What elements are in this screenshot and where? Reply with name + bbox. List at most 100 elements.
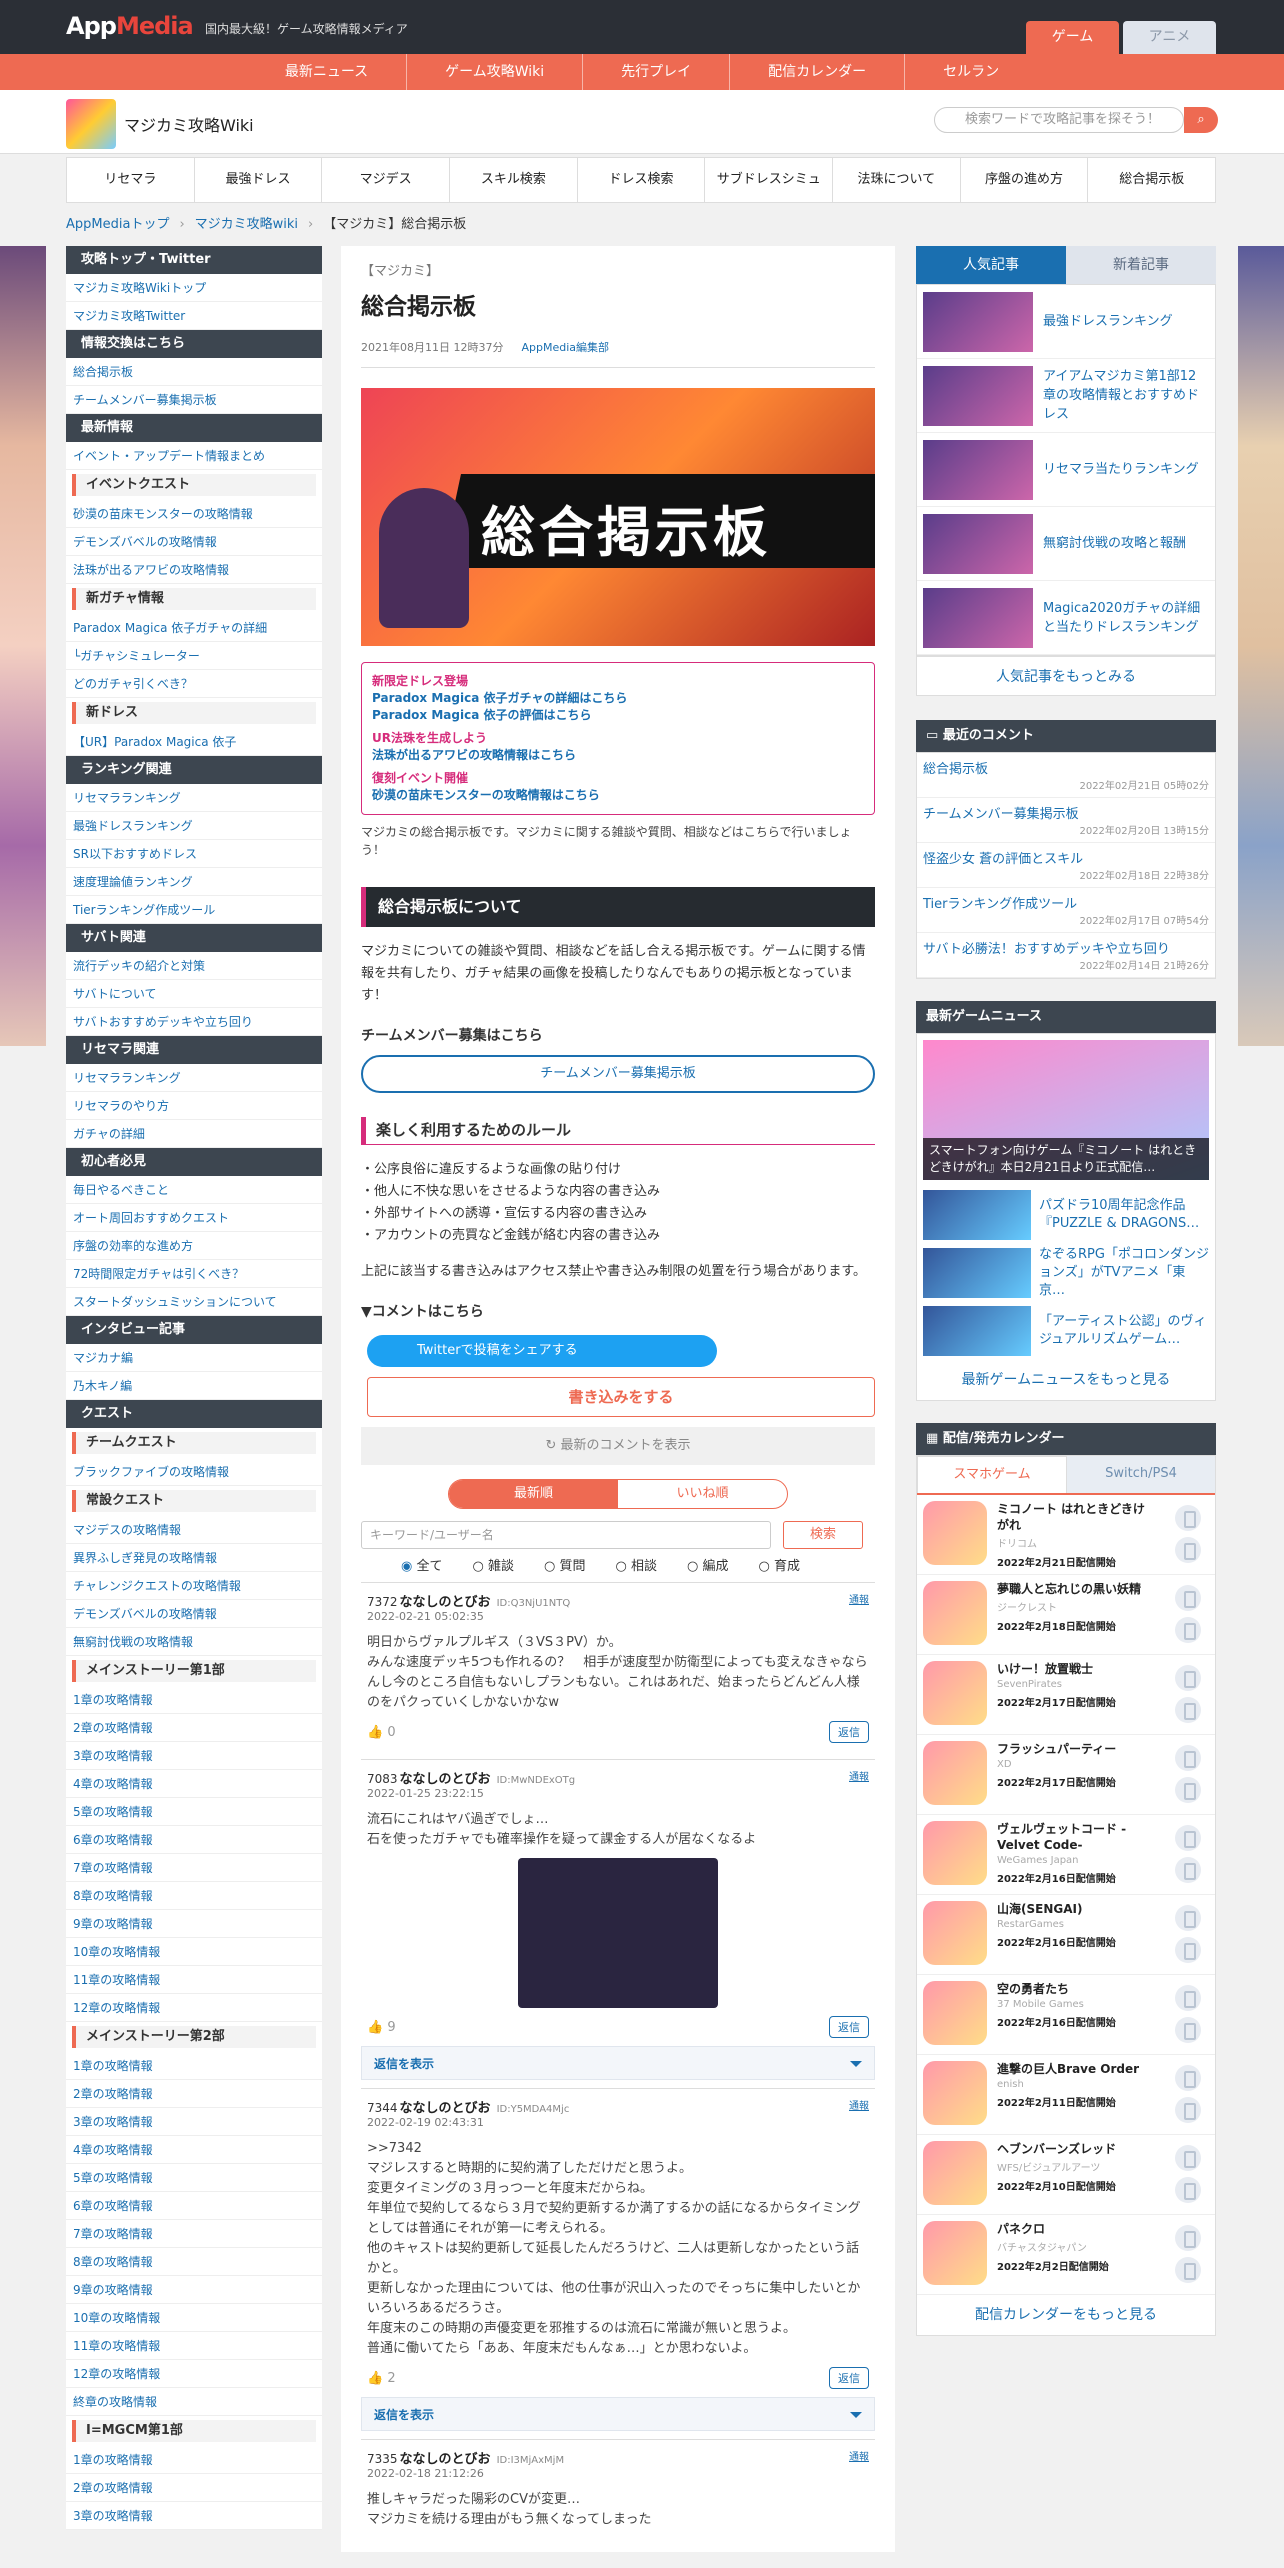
sidebar-link[interactable]: 5章の攻略情報 xyxy=(66,2164,322,2192)
sidebar-link[interactable]: 1章の攻略情報 xyxy=(66,2446,322,2474)
calendar-item[interactable]: 夢職人と忘れじの黒い妖精 ジークレスト 2022年2月18日配信開始 xyxy=(917,1575,1215,1655)
calendar-item[interactable]: ミコノート はれときどきけがれ ドリコム 2022年2月21日配信開始 xyxy=(917,1495,1215,1575)
radio-option[interactable]: 編成 xyxy=(687,1555,728,1574)
calendar-item[interactable]: フラッシュパーティー XD 2022年2月17日配信開始 xyxy=(917,1735,1215,1815)
sidebar-link[interactable]: 無窮討伐戦の攻略情報 xyxy=(66,1628,322,1656)
sidebar-link[interactable]: 8章の攻略情報 xyxy=(66,2248,322,2276)
article-author[interactable]: AppMedia編集部 xyxy=(521,341,609,354)
popular-item[interactable]: 最強ドレスランキング xyxy=(917,285,1215,359)
popular-more-link[interactable]: 人気記事をもっとみる xyxy=(916,656,1216,696)
popular-item[interactable]: アイアムマジカミ第1部12章の攻略情報とおすすめドレス xyxy=(917,359,1215,433)
menu-item[interactable]: スキル検索 xyxy=(450,158,578,202)
sidebar-link[interactable]: 12章の攻略情報 xyxy=(66,2360,322,2388)
calendar-item[interactable]: ヴェルヴェットコード -Velvet Code- WeGames Japan 202… xyxy=(917,1815,1215,1895)
site-logo-icon[interactable] xyxy=(66,99,116,149)
sidebar-link[interactable]: 7章の攻略情報 xyxy=(66,2220,322,2248)
sidebar-link[interactable]: 7章の攻略情報 xyxy=(66,1854,322,1882)
tab-new[interactable]: 新着記事 xyxy=(1066,246,1216,284)
calendar-more-link[interactable]: 配信カレンダーをもっと見る xyxy=(917,2295,1215,2335)
sidebar-link[interactable]: リセマラランキング xyxy=(66,1064,322,1092)
notice-link[interactable]: 法珠が出るアワビの攻略情報はこちら xyxy=(372,747,864,764)
appstore-icon[interactable] xyxy=(1175,2225,1201,2251)
sidebar-link[interactable]: 異界ふしぎ発見の攻略情報 xyxy=(66,1544,322,1572)
calendar-item[interactable]: 山海(SENGAI) RestarGames 2022年2月16日配信開始 xyxy=(917,1895,1215,1975)
radio-option[interactable]: 育成 xyxy=(759,1555,800,1574)
report-link[interactable]: 通報 xyxy=(849,2097,869,2112)
sidebar-link[interactable]: SR以下おすすめドレス xyxy=(66,840,322,868)
site-name[interactable]: マジカミ攻略Wiki xyxy=(124,112,254,136)
sidebar-link[interactable]: 速度理論値ランキング xyxy=(66,868,322,896)
sidebar-link[interactable]: 1章の攻略情報 xyxy=(66,1686,322,1714)
notice-link[interactable]: Paradox Magica 依子の評価はこちら xyxy=(372,707,864,724)
sidebar-link[interactable]: 砂漠の苗床モンスターの攻略情報 xyxy=(66,500,322,528)
sidebar-link[interactable]: 11章の攻略情報 xyxy=(66,1966,322,1994)
report-link[interactable]: 通報 xyxy=(849,2448,869,2463)
left-side-banner[interactable] xyxy=(0,246,46,1046)
team-board-button[interactable]: チームメンバー募集掲示板 xyxy=(361,1055,875,1093)
reply-button[interactable]: 返信 xyxy=(829,2016,869,2038)
popular-item[interactable]: Magica2020ガチャの詳細と当たりドレスランキング xyxy=(917,581,1215,655)
news-more-link[interactable]: 最新ゲームニュースをもっと見る xyxy=(917,1360,1215,1400)
news-item[interactable]: なぞるRPG「ポコロンダンジョンズ」がTVアニメ「東京… xyxy=(917,1244,1215,1302)
appstore-icon[interactable] xyxy=(1175,1585,1201,1611)
sidebar-link[interactable]: 4章の攻略情報 xyxy=(66,1770,322,1798)
tab-anime[interactable]: アニメ xyxy=(1123,21,1216,54)
googleplay-icon[interactable] xyxy=(1175,1537,1201,1563)
sidebar-link[interactable]: 3章の攻略情報 xyxy=(66,2502,322,2530)
googleplay-icon[interactable] xyxy=(1175,1937,1201,1963)
like-button[interactable]: 👍 2 xyxy=(367,2371,396,2386)
nav-item[interactable]: 先行プレイ xyxy=(583,54,731,90)
right-side-banner[interactable] xyxy=(1238,246,1284,1046)
sidebar-link[interactable]: 4章の攻略情報 xyxy=(66,2136,322,2164)
recent-comment-link[interactable]: チームメンバー募集掲示板 xyxy=(923,803,1209,822)
news-item[interactable]: 「アーティスト公認」のヴィジュアルリズムゲーム… xyxy=(917,1302,1215,1360)
breadcrumb-item[interactable]: マジカミ攻略wiki xyxy=(195,217,298,232)
sidebar-link[interactable]: 9章の攻略情報 xyxy=(66,2276,322,2304)
sidebar-link[interactable]: スタートダッシュミッションについて xyxy=(66,1288,322,1316)
sidebar-link[interactable]: 9章の攻略情報 xyxy=(66,1910,322,1938)
twitter-share-button[interactable]: Twitterで投稿をシェアする xyxy=(367,1335,717,1367)
sidebar-link[interactable]: 10章の攻略情報 xyxy=(66,2304,322,2332)
menu-item[interactable]: 総合掲示板 xyxy=(1088,158,1215,202)
tab-smartphone[interactable]: スマホゲーム xyxy=(917,1456,1067,1493)
sidebar-link[interactable]: リセマラのやり方 xyxy=(66,1092,322,1120)
sidebar-link[interactable]: 11章の攻略情報 xyxy=(66,2332,322,2360)
sidebar-link[interactable]: ブラックファイブの攻略情報 xyxy=(66,1458,322,1486)
googleplay-icon[interactable] xyxy=(1175,2097,1201,2123)
appstore-icon[interactable] xyxy=(1175,1665,1201,1691)
popular-item[interactable]: 無窮討伐戦の攻略と報酬 xyxy=(917,507,1215,581)
report-link[interactable]: 通報 xyxy=(849,1768,869,1783)
sidebar-link[interactable]: 2章の攻略情報 xyxy=(66,2474,322,2502)
appstore-icon[interactable] xyxy=(1175,1985,1201,2011)
sidebar-link[interactable]: 法珠が出るアワビの攻略情報 xyxy=(66,556,322,584)
recent-comment-link[interactable]: 怪盗少女 蒼の評価とスキル xyxy=(923,848,1209,867)
menu-item[interactable]: 序盤の進め方 xyxy=(961,158,1089,202)
sort-newest[interactable]: 最新順 xyxy=(449,1480,618,1508)
sidebar-link[interactable]: マジデスの攻略情報 xyxy=(66,1516,322,1544)
menu-item[interactable]: マジデス xyxy=(322,158,451,202)
keyword-search-button[interactable]: 検索 xyxy=(783,1521,863,1549)
sidebar-link[interactable]: 最強ドレスランキング xyxy=(66,812,322,840)
nav-item[interactable]: 配信カレンダー xyxy=(730,54,906,90)
sidebar-link[interactable]: ガチャの詳細 xyxy=(66,1120,322,1148)
sidebar-link[interactable]: 10章の攻略情報 xyxy=(66,1938,322,1966)
sidebar-link[interactable]: 終章の攻略情報 xyxy=(66,2388,322,2416)
sidebar-link[interactable]: サバトおすすめデッキや立ち回り xyxy=(66,1008,322,1036)
sidebar-link[interactable]: マジカミ攻略Twitter xyxy=(66,302,322,330)
sidebar-link[interactable]: 6章の攻略情報 xyxy=(66,2192,322,2220)
nav-item[interactable]: ゲーム攻略Wiki xyxy=(407,54,584,90)
sidebar-link[interactable]: 5章の攻略情報 xyxy=(66,1798,322,1826)
sidebar-link[interactable]: どのガチャ引くべき？ xyxy=(66,670,322,698)
search-icon[interactable]: ⌕ xyxy=(1184,107,1218,133)
tab-game[interactable]: ゲーム xyxy=(1026,21,1119,54)
calendar-item[interactable]: 進撃の巨人Brave Order enish 2022年2月11日配信開始 xyxy=(917,2055,1215,2135)
sidebar-link[interactable]: サバトについて xyxy=(66,980,322,1008)
googleplay-icon[interactable] xyxy=(1175,1617,1201,1643)
googleplay-icon[interactable] xyxy=(1175,1857,1201,1883)
radio-option[interactable]: 質問 xyxy=(544,1555,585,1574)
menu-item[interactable]: 法珠について xyxy=(833,158,961,202)
calendar-item[interactable]: 空の勇者たち 37 Mobile Games 2022年2月16日配信開始 xyxy=(917,1975,1215,2055)
sidebar-link[interactable]: デモンズバベルの攻略情報 xyxy=(66,528,322,556)
reply-button[interactable]: 返信 xyxy=(829,1721,869,1743)
appstore-icon[interactable] xyxy=(1175,1825,1201,1851)
